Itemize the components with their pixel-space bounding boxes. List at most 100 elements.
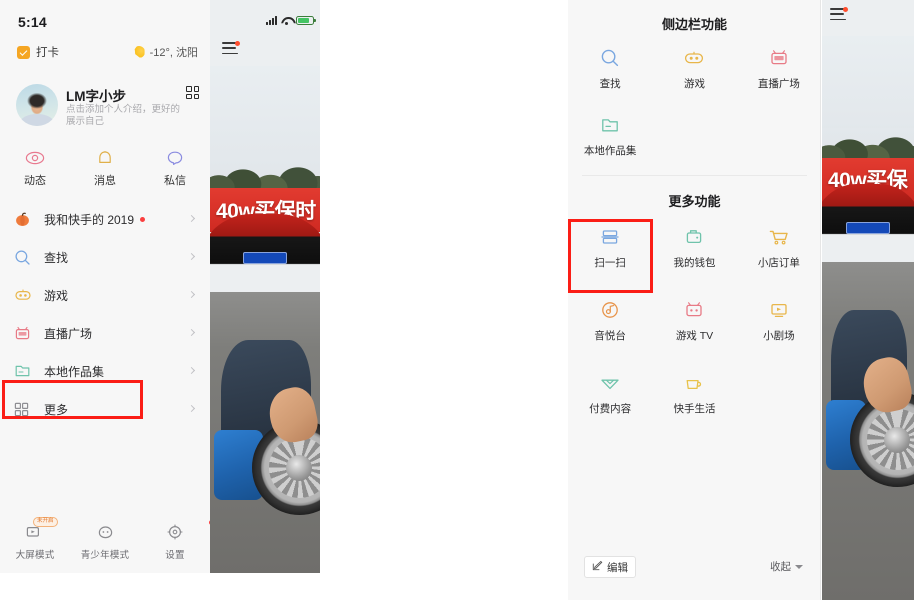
- left-sidebar-drawer: 5:14 打卡 -12°, 沈阳 LM字小步 点击添加个人介绍，更好的展示自己: [0, 0, 214, 573]
- grid-item-paid-content[interactable]: 付费内容: [568, 371, 652, 416]
- chevron-right-icon: [187, 252, 196, 261]
- left-video-preview[interactable]: 40w买保时: [210, 0, 320, 573]
- bottom-item-bigscreen[interactable]: 未开启 大屏模式: [0, 517, 70, 561]
- live-tv-icon: [737, 46, 821, 70]
- folder-icon: [14, 362, 36, 380]
- wifi-icon: [281, 16, 292, 25]
- bell-icon: [70, 148, 140, 168]
- video-license-plate: [846, 222, 890, 234]
- grid-item-shop-orders[interactable]: 小店订单: [737, 225, 821, 270]
- sidebar-item-search[interactable]: 查找: [0, 238, 210, 276]
- section-divider: [582, 175, 807, 176]
- right-video-preview[interactable]: 40w买保: [822, 0, 914, 600]
- video-license-plate: [243, 252, 287, 264]
- sidebar-bottom-bar: 未开启 大屏模式 青少年模式 设置: [0, 517, 214, 561]
- weather-widget[interactable]: -12°, 沈阳: [132, 44, 198, 60]
- screenshot-stage: 5:14 打卡 -12°, 沈阳 LM字小步 点击添加个人介绍，更好的展示自己: [0, 0, 914, 607]
- unread-dot: [140, 216, 146, 222]
- theater-screen-icon: [737, 298, 821, 322]
- grid-item-kuaishou-life[interactable]: 快手生活: [652, 371, 736, 416]
- grid-item-label: 游戏: [683, 78, 705, 90]
- grid-item-search[interactable]: 查找: [568, 46, 652, 91]
- highlight-box-more-menu: [2, 380, 143, 419]
- profile-description[interactable]: 点击添加个人介绍，更好的展示自己: [66, 104, 180, 128]
- grid-item-wallet[interactable]: 我的钱包: [652, 225, 736, 270]
- hamburger-menu-icon[interactable]: [222, 41, 242, 58]
- sidebar-item-label: 查找: [44, 250, 69, 265]
- teen-face-icon: [70, 522, 140, 542]
- profile-section[interactable]: LM字小步 点击添加个人介绍，更好的展示自己: [0, 82, 210, 140]
- checkin-label: 打卡: [36, 47, 59, 59]
- avatar[interactable]: [16, 84, 58, 126]
- signal-bars-icon: [266, 15, 277, 25]
- battery-icon: [296, 15, 316, 25]
- chevron-right-icon: [187, 404, 196, 413]
- quick-action-sixin[interactable]: 私信: [140, 148, 210, 188]
- sidebar-item-live[interactable]: 直播广场: [0, 314, 210, 352]
- game-robot-icon: [14, 286, 36, 304]
- edit-button-label: 编辑: [607, 561, 628, 574]
- hamburger-menu-icon[interactable]: [830, 7, 850, 24]
- quick-action-label: 消息: [94, 175, 116, 187]
- quick-action-label: 私信: [164, 175, 186, 187]
- bigscreen-badge: 未开启: [33, 517, 58, 527]
- pumpkin-icon: [14, 210, 36, 228]
- panel-footer: 编辑 收起: [568, 556, 821, 582]
- grid-item-games[interactable]: 游戏: [652, 46, 736, 91]
- sidebar-functions-grid: 查找 游戏 直播广场 本地作品集: [568, 46, 821, 158]
- grid-item-game-tv[interactable]: 游戏 TV: [652, 298, 736, 343]
- caret-down-icon: [795, 564, 803, 569]
- edit-button[interactable]: 编辑: [584, 556, 636, 578]
- quick-action-label: 动态: [24, 175, 46, 187]
- weather-text: -12°, 沈阳: [149, 47, 198, 59]
- left-status-bar: 5:14: [0, 14, 210, 36]
- sidebar-functions-panel: 侧边栏功能 查找 游戏 直播广场 本地作品集 更多功能 扫一扫 我的钱包 小店订…: [568, 0, 821, 600]
- collapse-label: 收起: [770, 561, 791, 573]
- grid-item-theater[interactable]: 小剧场: [737, 298, 821, 343]
- grid-item-label: 查找: [599, 78, 621, 90]
- search-icon: [568, 46, 652, 70]
- bottom-item-teenmode[interactable]: 青少年模式: [70, 522, 140, 561]
- quick-action-xiaoxi[interactable]: 消息: [70, 148, 140, 188]
- collapse-button[interactable]: 收起: [770, 559, 803, 574]
- chevron-right-icon: [187, 290, 196, 299]
- grid-item-live[interactable]: 直播广场: [737, 46, 821, 91]
- chevron-right-icon: [187, 366, 196, 375]
- grid-item-label: 我的钱包: [673, 257, 716, 269]
- checkmark-square-icon: [17, 45, 30, 59]
- folder-icon: [568, 113, 652, 137]
- wallet-icon: [652, 225, 736, 249]
- sidebar-item-label: 游戏: [44, 288, 69, 303]
- quick-action-dongtai[interactable]: 动态: [0, 148, 70, 188]
- game-tv-icon: [652, 298, 736, 322]
- chevron-right-icon: [187, 328, 196, 337]
- sidebar-item-games[interactable]: 游戏: [0, 276, 210, 314]
- shopping-cart-icon: [737, 225, 821, 249]
- sidebar-item-2019[interactable]: 我和快手的 2019: [0, 200, 210, 238]
- profile-name: LM字小步: [66, 89, 126, 104]
- diamond-icon: [568, 371, 652, 395]
- sidebar-item-label: 我和快手的 2019: [44, 212, 135, 227]
- bottom-item-settings[interactable]: 设置: [140, 520, 214, 561]
- grid-item-local-works[interactable]: 本地作品集: [568, 113, 652, 158]
- qr-code-icon[interactable]: [186, 86, 199, 99]
- grid-item-music[interactable]: 音悦台: [568, 298, 652, 343]
- status-bar-clock: 5:14: [18, 14, 47, 30]
- bottom-item-label: 设置: [165, 550, 185, 561]
- music-disc-icon: [568, 298, 652, 322]
- left-phone-screenshot: 5:14 打卡 -12°, 沈阳 LM字小步 点击添加个人介绍，更好的展示自己: [0, 0, 320, 600]
- grid-item-label: 本地作品集: [583, 145, 637, 157]
- grid-item-label: 游戏 TV: [675, 330, 714, 342]
- coffee-cup-icon: [652, 371, 736, 395]
- grid-item-label: 快手生活: [673, 403, 716, 415]
- checkin-button[interactable]: 打卡: [17, 44, 59, 60]
- section-title-sidebar-functions: 侧边栏功能: [661, 17, 727, 32]
- grid-item-label: 直播广场: [757, 78, 800, 90]
- screen-play-icon: 未开启: [0, 517, 70, 542]
- sidebar-item-label: 本地作品集: [44, 364, 105, 379]
- checkin-weather-row: 打卡 -12°, 沈阳: [0, 44, 210, 64]
- grid-item-label: 小剧场: [763, 330, 795, 342]
- edit-pencil-icon: [592, 558, 603, 576]
- bottom-item-label: 青少年模式: [80, 550, 130, 561]
- grid-item-label: 小店订单: [757, 257, 800, 269]
